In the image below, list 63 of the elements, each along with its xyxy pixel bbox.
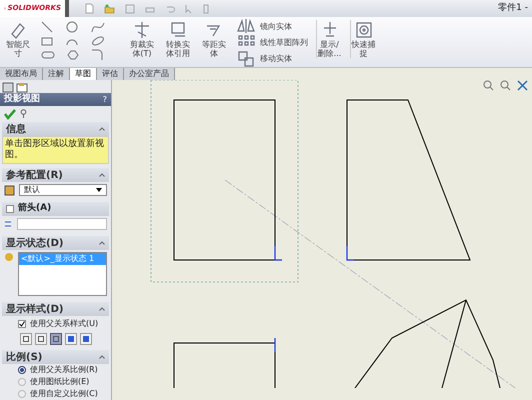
label-icon: [4, 219, 13, 229]
configuration-select[interactable]: 默认: [19, 184, 107, 196]
scale-radio[interactable]: [18, 378, 26, 386]
section-title: 箭头(A): [18, 202, 52, 216]
side-view[interactable]: [346, 100, 471, 260]
radio-label: 使用父关系比例(R): [30, 364, 98, 376]
label-field[interactable]: [17, 218, 107, 230]
info-message: 单击图形区域以放置新视图。: [2, 136, 109, 164]
configuration-icon: [4, 184, 15, 196]
panel-title: 投影视图: [4, 92, 40, 106]
feature-tree-tab-icon[interactable]: [2, 82, 14, 93]
ribbon-tool[interactable]: 快速捕捉: [350, 20, 376, 58]
style-button[interactable]: [80, 333, 92, 345]
snap-icon: [354, 20, 374, 40]
style-button[interactable]: [50, 333, 62, 345]
ribbon-tab[interactable]: 草图: [70, 68, 97, 80]
style-button[interactable]: [34, 333, 46, 345]
ribbon-tool[interactable]: 转换实体引用: [164, 20, 192, 58]
collapse-icon[interactable]: [99, 355, 105, 359]
collapse-icon[interactable]: [99, 241, 105, 245]
section-header[interactable]: 信息: [2, 122, 109, 136]
checkbox-label: 使用父关系样式(U): [30, 318, 98, 330]
collapse-icon[interactable]: [99, 127, 105, 131]
menu-toggle[interactable]: [65, 0, 69, 17]
section-header[interactable]: 比例(S): [2, 350, 109, 364]
scale-radio[interactable]: [18, 366, 26, 374]
dropdown-arrow-icon: [96, 188, 102, 192]
trim-icon: [132, 20, 152, 40]
style-button[interactable]: [64, 333, 76, 345]
display-state-icon: [4, 252, 14, 262]
ribbon-tool[interactable]: 显示/删除...: [316, 20, 342, 58]
ribbon-tool[interactable]: 线性草图阵列: [236, 36, 308, 50]
ribbon-tool[interactable]: 移动实体: [236, 52, 308, 66]
zoom-icon[interactable]: [483, 80, 494, 91]
radio-label: 使用图纸比例(E): [30, 376, 90, 388]
scale-radio[interactable]: [18, 390, 26, 398]
parent-style-checkbox[interactable]: [18, 320, 26, 328]
arrow-checkbox[interactable]: [6, 205, 14, 213]
collapse-icon[interactable]: [99, 173, 105, 177]
ok-check-icon[interactable]: [4, 108, 16, 120]
section-header[interactable]: 显示状态(D): [2, 236, 109, 250]
collapse-icon[interactable]: [99, 307, 105, 311]
origin-icon: [274, 246, 282, 261]
ribbon-tool[interactable]: 镜向实体: [236, 20, 308, 34]
section-header[interactable]: 显示样式(D): [2, 302, 109, 316]
isometric-view[interactable]: [354, 299, 500, 388]
bottom-view[interactable]: [174, 342, 276, 388]
move-icon: [236, 49, 256, 69]
open-folder-icon[interactable]: [104, 4, 115, 14]
ribbon-tool[interactable]: 剪裁实体(T): [128, 20, 156, 58]
new-file-icon[interactable]: [85, 3, 94, 14]
property-tab-icon[interactable]: [16, 82, 28, 93]
zoom-icon[interactable]: [500, 80, 511, 91]
document-title: 零件1 -: [498, 2, 528, 15]
pin-icon[interactable]: [20, 108, 27, 119]
ribbon-tool[interactable]: 等距实体: [200, 20, 228, 58]
style-button[interactable]: [20, 333, 32, 345]
origin-icon: [346, 246, 354, 261]
help-button[interactable]: ?: [102, 92, 107, 106]
radio-label: 使用自定义比例(C): [30, 388, 98, 400]
section-header[interactable]: 参考配置(R): [2, 168, 109, 182]
front-view[interactable]: [174, 100, 276, 260]
ribbon-tool[interactable]: 智能尺寸: [4, 20, 32, 58]
